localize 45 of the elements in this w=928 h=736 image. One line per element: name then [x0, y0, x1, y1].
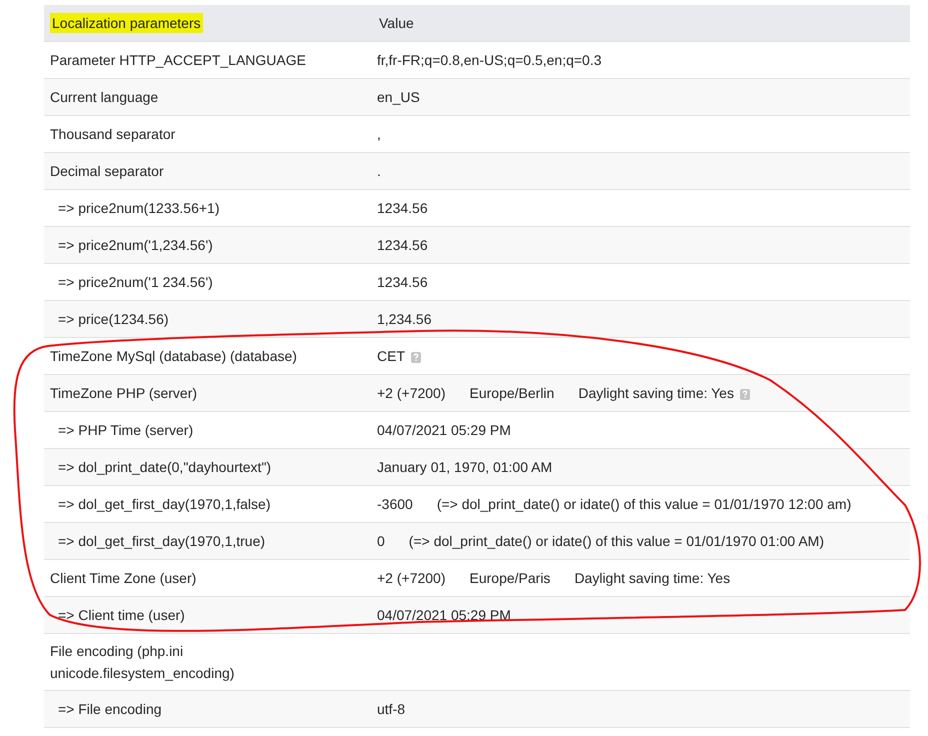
parameter-value: -3600	[377, 495, 413, 514]
parameter-label: Parameter HTTP_ACCEPT_LANGUAGE	[50, 51, 306, 70]
parameter-label: => price2num('1 234.56')	[58, 273, 213, 292]
parameter-label: TimeZone MySql (database) (database)	[50, 347, 297, 366]
parameter-label: => dol_get_first_day(1970,1,false)	[58, 495, 270, 514]
help-icon[interactable]	[411, 352, 421, 362]
parameter-value: Europe/Berlin	[470, 384, 554, 403]
parameter-label: Thousand separator	[50, 125, 176, 144]
parameter-value: +2 (+7200)	[377, 384, 446, 403]
parameter-value: 1234.56	[377, 199, 428, 218]
parameter-label: Decimal separator	[50, 162, 164, 181]
parameter-label: Current language	[50, 88, 158, 107]
parameter-value: +2 (+7200)	[377, 569, 446, 588]
parameter-value: utf-8	[377, 700, 406, 719]
parameter-value: 1234.56	[377, 236, 428, 255]
parameter-value: 04/07/2021 05:29 PM	[377, 421, 511, 440]
column-header: Value	[378, 14, 415, 33]
parameter-label: => PHP Time (server)	[58, 421, 194, 440]
column-header: Localization parameters	[50, 13, 203, 33]
parameter-value: Daylight saving time: Yes	[574, 569, 730, 588]
parameter-label: => price2num('1,234.56')	[58, 236, 213, 255]
parameter-value: 1234.56	[377, 273, 428, 292]
parameter-value: (=> dol_print_date() or idate() of this value = 01/01/1970 01:00 AM)	[408, 532, 824, 551]
parameter-value: Europe/Paris	[470, 569, 550, 588]
parameter-label: => File encoding	[58, 700, 162, 719]
parameter-value: ,	[377, 125, 381, 144]
parameter-value: January 01, 1970, 01:00 AM	[377, 458, 552, 477]
parameter-value: CET	[377, 347, 405, 366]
parameter-value: Daylight saving time: Yes	[578, 384, 734, 403]
help-icon[interactable]	[740, 388, 750, 400]
parameter-value: 1,234.56	[377, 310, 432, 329]
parameter-label: => price(1234.56)	[58, 310, 169, 329]
parameter-value: 04/07/2021 05:29 PM	[377, 606, 511, 625]
parameter-label: => dol_print_date(0,"dayhourtext")	[58, 458, 272, 477]
parameter-label: => Client time (user)	[58, 606, 185, 625]
parameter-value: (=> dol_print_date() or idate() of this value = 01/01/1970 12:00 am)	[436, 495, 852, 514]
parameter-label: => dol_get_first_day(1970,1,true)	[58, 532, 266, 551]
parameter-label: Client Time Zone (user)	[50, 569, 196, 588]
parameter-label: => price2num(1233.56+1)	[58, 199, 220, 218]
parameter-value: fr,fr-FR;q=0.8,en-US;q=0.5,en;q=0.3	[377, 51, 602, 70]
parameter-label: File encoding (php.ini unicode.filesystem_encoding)	[50, 642, 236, 683]
parameter-value: 0	[377, 532, 385, 551]
parameter-value: .	[377, 162, 381, 181]
parameter-label: TimeZone PHP (server)	[50, 384, 198, 403]
parameter-value: en_US	[377, 88, 420, 107]
